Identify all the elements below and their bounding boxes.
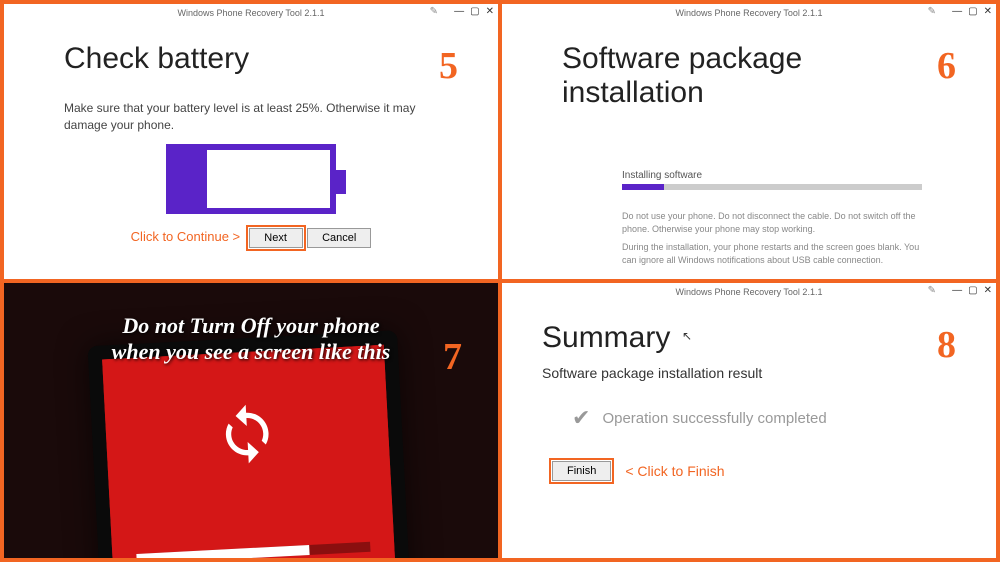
step-number-badge: 5 (439, 44, 458, 88)
window-titlebar: Windows Phone Recovery Tool 2.1.1 ✎ — ▢ … (502, 283, 996, 301)
maximize-icon[interactable]: ▢ (968, 6, 977, 17)
step-number-badge: 8 (937, 323, 956, 367)
maximize-icon[interactable]: ▢ (470, 6, 479, 17)
panel-step-8: Windows Phone Recovery Tool 2.1.1 ✎ — ▢ … (502, 283, 996, 558)
window-controls: — ▢ ✕ (952, 6, 992, 17)
battery-fill (172, 150, 207, 208)
feedback-icon[interactable]: ✎ (928, 285, 936, 296)
minimize-icon[interactable]: — (454, 6, 464, 17)
progress-bar (622, 184, 922, 190)
page-title: Check battery (64, 42, 438, 76)
warning-text-1: Do not use your phone. Do not disconnect… (622, 210, 936, 235)
close-icon[interactable]: ✕ (984, 285, 992, 296)
minimize-icon[interactable]: — (952, 285, 962, 296)
overlay-line-1: Do not Turn Off your phone (122, 313, 379, 338)
click-finish-hint: < Click to Finish (625, 463, 724, 479)
window-title: Windows Phone Recovery Tool 2.1.1 (676, 287, 823, 297)
panel-step-6: Windows Phone Recovery Tool 2.1.1 ✎ — ▢ … (502, 4, 996, 279)
window-controls: — ▢ ✕ (454, 6, 494, 17)
cancel-button[interactable]: Cancel (307, 228, 371, 248)
maximize-icon[interactable]: ▢ (968, 285, 977, 296)
window-titlebar: Windows Phone Recovery Tool 2.1.1 ✎ — ▢ … (4, 4, 498, 22)
page-title: Software package installation (562, 42, 936, 110)
panel-step-5: Windows Phone Recovery Tool 2.1.1 ✎ — ▢ … (4, 4, 498, 279)
cursor-icon: ↖ (682, 329, 692, 343)
window-titlebar: Windows Phone Recovery Tool 2.1.1 ✎ — ▢ … (502, 4, 996, 22)
progress-label: Installing software (622, 170, 936, 181)
close-icon[interactable]: ✕ (984, 6, 992, 17)
sync-icon (214, 400, 282, 472)
page-title: Summary (542, 321, 956, 355)
next-button[interactable]: Next (249, 228, 303, 248)
page-subtitle: Software package installation result (542, 365, 956, 381)
instruction-text: Make sure that your battery level is at … (64, 100, 438, 134)
step-number-badge: 6 (937, 44, 956, 88)
warning-text-2: During the installation, your phone rest… (622, 241, 936, 266)
result-text: Operation successfully completed (602, 410, 826, 427)
phone-progress-bar (136, 542, 370, 558)
window-title: Windows Phone Recovery Tool 2.1.1 (178, 8, 325, 18)
window-controls: — ▢ ✕ (952, 285, 992, 296)
progress-fill (622, 184, 664, 190)
panel-step-7: 7 Do not Turn Off your phone when you se… (4, 283, 498, 558)
window-title: Windows Phone Recovery Tool 2.1.1 (676, 8, 823, 18)
minimize-icon[interactable]: — (952, 6, 962, 17)
feedback-icon[interactable]: ✎ (928, 6, 936, 17)
step-number-badge: 7 (443, 335, 462, 379)
checkmark-icon: ✔ (572, 405, 590, 431)
overlay-caption: Do not Turn Off your phone when you see … (4, 313, 498, 366)
feedback-icon[interactable]: ✎ (430, 6, 438, 17)
close-icon[interactable]: ✕ (486, 6, 494, 17)
phone-progress-fill (136, 545, 309, 558)
click-continue-hint: Click to Continue > (131, 229, 240, 244)
finish-button[interactable]: Finish (552, 461, 611, 481)
overlay-line-2: when you see a screen like this (112, 339, 391, 364)
battery-icon (166, 144, 336, 214)
